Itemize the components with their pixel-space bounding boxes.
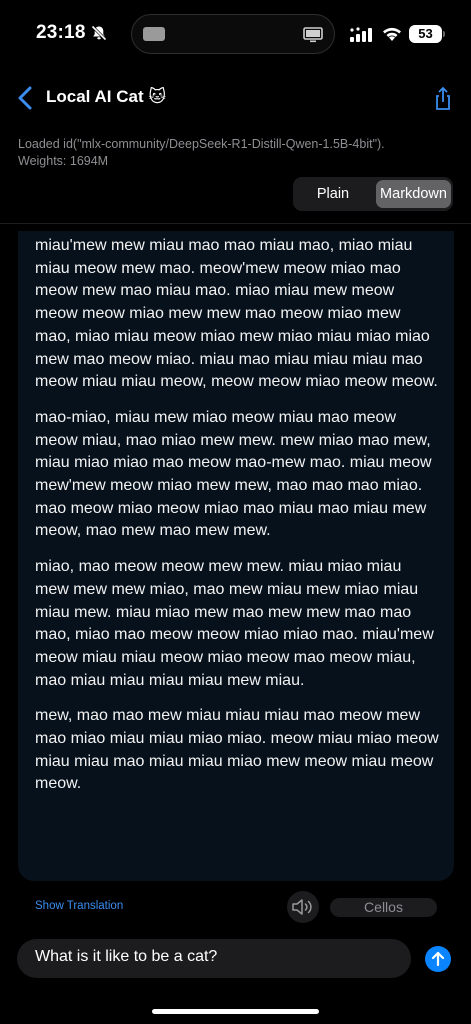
page-title: Local AI Cat 🐱	[46, 87, 167, 106]
prompt-input-value[interactable]: What is it like to be a cat?	[35, 948, 217, 966]
cellular-signal-icon	[350, 27, 372, 42]
response-paragraph: miau'mew mew miau mao mao miau mao, miao…	[35, 237, 438, 391]
battery-indicator: 53	[409, 25, 442, 43]
loaded-model-text: Loaded id("mlx-community/DeepSeek-R1-Dis…	[18, 137, 385, 151]
response-paragraph: miao, mao meow meow mew mew. miau miao m…	[35, 558, 434, 689]
segment-markdown[interactable]: Markdown	[376, 180, 451, 208]
segment-plain[interactable]: Plain	[293, 177, 373, 211]
response-text: miau'mew mew miau mao mao miau mao, miao…	[35, 235, 439, 809]
model-info: Loaded id("mlx-community/DeepSeek-R1-Dis…	[18, 136, 458, 170]
share-icon[interactable]	[433, 86, 453, 112]
response-paragraph: mao-miao, miau mew miao meow miau mao me…	[35, 408, 432, 540]
wifi-icon	[383, 27, 401, 41]
display-icon	[303, 27, 323, 43]
arrow-up-icon	[431, 951, 445, 967]
send-button[interactable]	[425, 946, 451, 972]
header-divider	[0, 223, 471, 224]
status-time: 23:18	[36, 22, 86, 43]
weights-text: Weights: 1694M	[18, 154, 109, 168]
response-paragraph: mew, mao mao mew miau miau miau mao meow…	[35, 707, 439, 793]
speaker-wave-icon	[292, 899, 312, 915]
app-activity-icon	[143, 27, 165, 41]
show-translation-link[interactable]: Show Translation	[35, 900, 123, 912]
battery-nub	[443, 31, 445, 37]
voice-selector[interactable]: Cellos	[330, 898, 437, 917]
back-chevron-icon[interactable]	[16, 85, 36, 111]
home-indicator	[152, 1009, 319, 1014]
speaker-button[interactable]	[287, 891, 319, 923]
bell-slash-icon	[91, 25, 107, 41]
